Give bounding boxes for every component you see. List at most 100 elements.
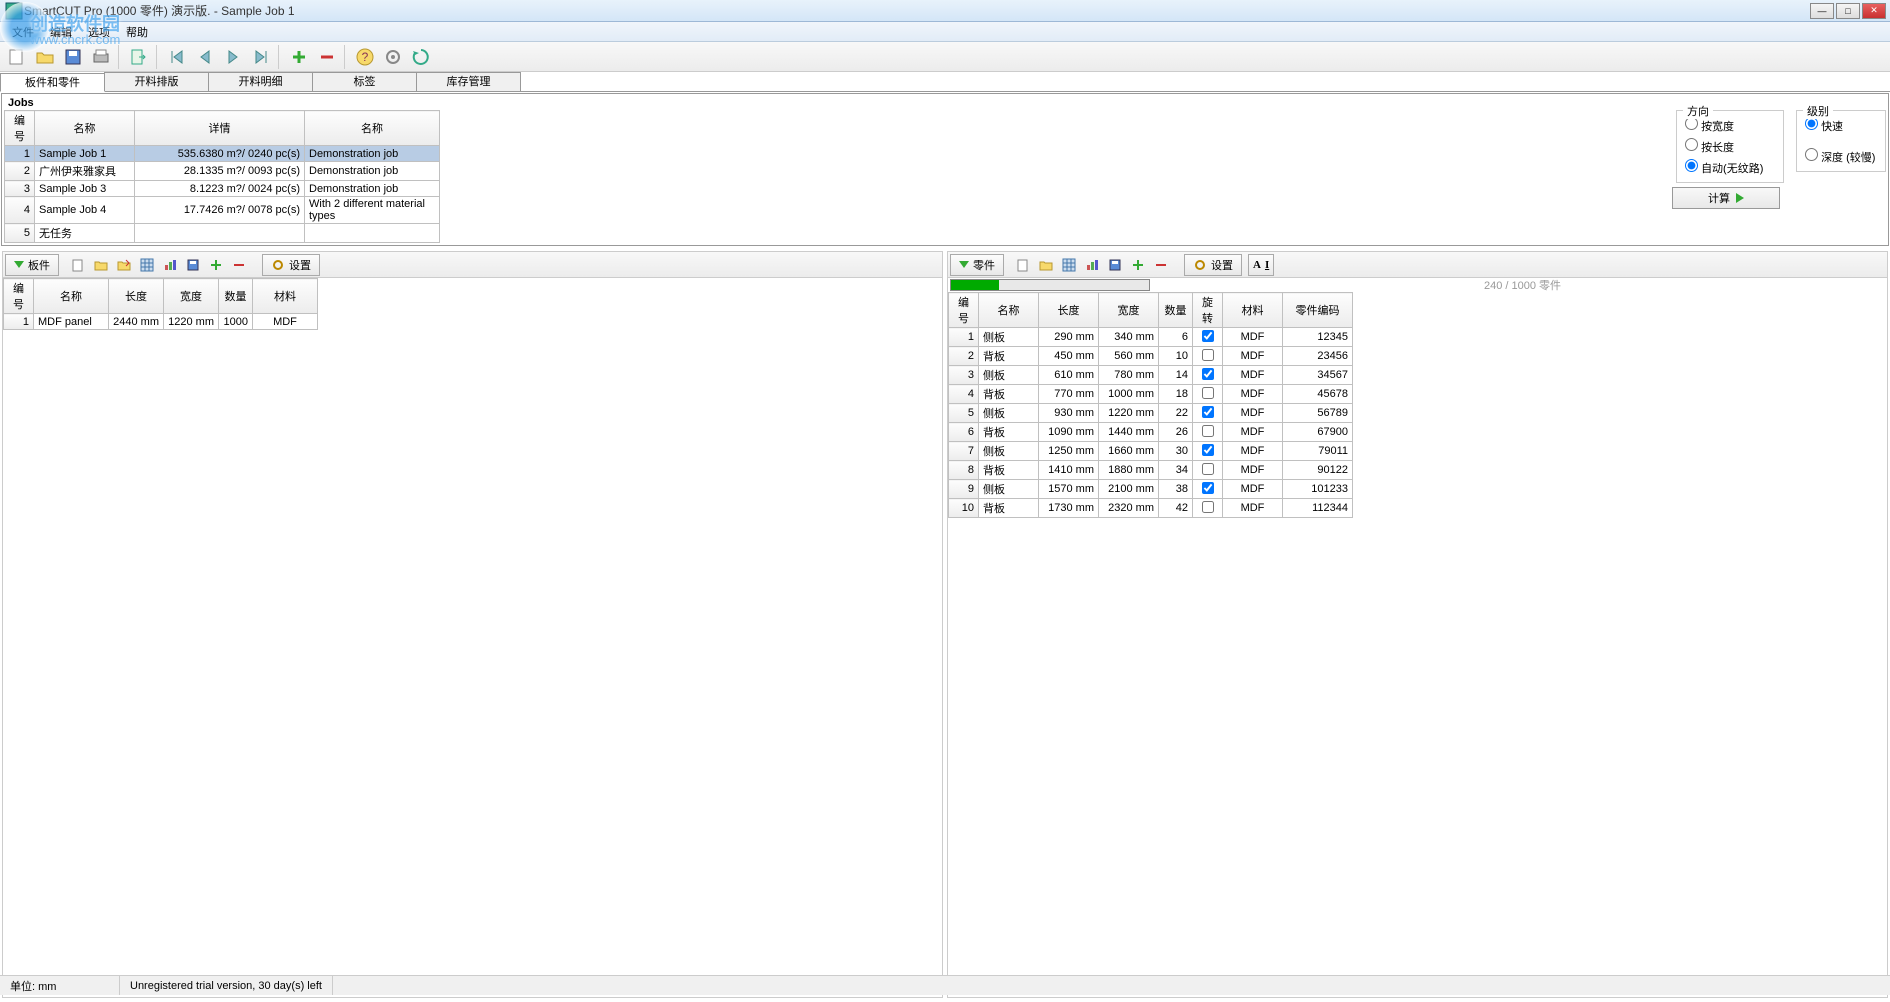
toolbar-remove-icon[interactable] [314, 44, 340, 70]
radio-length[interactable]: 按长度 [1685, 136, 1775, 157]
toolbar-help-icon[interactable]: ? [352, 44, 378, 70]
table-row[interactable]: 2广州伊来雅家具28.1335 m?/ 0093 pc(s)Demonstrat… [5, 162, 440, 181]
minimize-button[interactable]: — [1810, 3, 1834, 19]
right-open-icon[interactable] [1035, 254, 1057, 276]
table-row[interactable]: 1Sample Job 1535.6380 m?/ 0240 pc(s)Demo… [5, 146, 440, 162]
arrow-right-icon [1736, 193, 1744, 203]
tab-panels-parts[interactable]: 板件和零件 [0, 73, 105, 92]
direction-group: 方向 按宽度 按长度 自动(无纹路) [1676, 110, 1784, 183]
window-title: SmartCUT Pro (1000 零件) 演示版. - Sample Job… [24, 2, 1810, 19]
toolbar-next-icon[interactable] [220, 44, 246, 70]
right-grid-icon[interactable] [1058, 254, 1080, 276]
calculate-button[interactable]: 计算 [1672, 187, 1780, 209]
level-group: 级别 快速 深度 (较慢) [1796, 110, 1886, 172]
left-settings-button[interactable]: 设置 [262, 254, 320, 276]
table-row[interactable]: 8背板1410 mm1880 mm34MDF90122 [949, 461, 1353, 480]
table-row[interactable]: 3侧板610 mm780 mm14MDF34567 [949, 366, 1353, 385]
table-row[interactable]: 6背板1090 mm1440 mm26MDF67900 [949, 423, 1353, 442]
tab-nesting[interactable]: 开料排版 [104, 72, 209, 91]
rotate-checkbox[interactable] [1202, 349, 1214, 361]
right-new-icon[interactable] [1012, 254, 1034, 276]
arrow-down-icon [959, 261, 969, 268]
status-trial: Unregistered trial version, 30 day(s) le… [120, 976, 333, 995]
window-titlebar: SmartCUT Pro (1000 零件) 演示版. - Sample Job… [0, 0, 1890, 22]
table-row[interactable]: 10背板1730 mm2320 mm42MDF112344 [949, 499, 1353, 518]
left-import-icon[interactable] [113, 254, 135, 276]
left-chart-icon[interactable] [159, 254, 181, 276]
rotate-checkbox[interactable] [1202, 463, 1214, 475]
jobs-table[interactable]: 编号 名称 详情 名称 1Sample Job 1535.6380 m?/ 02… [4, 110, 440, 243]
right-chart-icon[interactable] [1081, 254, 1103, 276]
menu-file[interactable]: 文件 [4, 22, 42, 42]
right-font-button[interactable]: AI [1248, 254, 1274, 276]
left-add-icon[interactable] [205, 254, 227, 276]
left-grid-icon[interactable] [136, 254, 158, 276]
table-row[interactable]: 1侧板290 mm340 mm6MDF12345 [949, 328, 1353, 347]
menu-bar: 文件 编辑 选项 帮助 [0, 22, 1890, 42]
menu-options[interactable]: 选项 [80, 22, 118, 42]
parts-table[interactable]: 编号 名称 长度 宽度 数量 旋转 材料 零件编码 1侧板290 mm340 m… [948, 292, 1353, 518]
toolbar-save-icon[interactable] [60, 44, 86, 70]
parts-expand-button[interactable]: 零件 [950, 254, 1004, 276]
col-name: 名称 [35, 111, 135, 146]
left-save-icon[interactable] [182, 254, 204, 276]
parts-progress-label: 240 / 1000 零件 [1484, 280, 1561, 292]
right-save-icon[interactable] [1104, 254, 1126, 276]
toolbar-export-icon[interactable] [126, 44, 152, 70]
toolbar-refresh-icon[interactable] [408, 44, 434, 70]
toolbar-first-icon[interactable] [164, 44, 190, 70]
app-icon [4, 1, 24, 21]
table-row[interactable]: 1MDF panel2440 mm1220 mm1000MDF [4, 314, 318, 330]
toolbar-settings-icon[interactable] [380, 44, 406, 70]
menu-help[interactable]: 帮助 [118, 22, 156, 42]
jobs-header: Jobs [4, 96, 1886, 110]
toolbar-print-icon[interactable] [88, 44, 114, 70]
right-settings-button[interactable]: 设置 [1184, 254, 1242, 276]
maximize-button[interactable]: □ [1836, 3, 1860, 19]
gear-icon [271, 258, 285, 272]
radio-auto[interactable]: 自动(无纹路) [1685, 157, 1775, 178]
toolbar-add-icon[interactable] [286, 44, 312, 70]
toolbar-open-icon[interactable] [32, 44, 58, 70]
tab-labels[interactable]: 标签 [312, 72, 417, 91]
tab-bar: 板件和零件 开料排版 开料明细 标签 库存管理 [0, 72, 1890, 92]
rotate-checkbox[interactable] [1202, 387, 1214, 399]
rotate-checkbox[interactable] [1202, 330, 1214, 342]
left-open-icon[interactable] [90, 254, 112, 276]
rotate-checkbox[interactable] [1202, 368, 1214, 380]
toolbar-prev-icon[interactable] [192, 44, 218, 70]
panels-table[interactable]: 编号 名称 长度 宽度 数量 材料 1MDF panel2440 mm1220 … [3, 278, 318, 330]
svg-text:?: ? [362, 50, 369, 64]
arrow-down-icon [14, 261, 24, 268]
col-id: 编号 [5, 111, 35, 146]
table-row[interactable]: 4Sample Job 417.7426 m?/ 0078 pc(s)With … [5, 197, 440, 224]
radio-deep[interactable]: 深度 (较慢) [1805, 146, 1877, 167]
panels-expand-button[interactable]: 板件 [5, 254, 59, 276]
rotate-checkbox[interactable] [1202, 406, 1214, 418]
toolbar-new-icon[interactable] [4, 44, 30, 70]
col-desc: 名称 [305, 111, 440, 146]
status-unit: 单位: mm [0, 976, 120, 995]
left-remove-icon[interactable] [228, 254, 250, 276]
table-row[interactable]: 3Sample Job 38.1223 m?/ 0024 pc(s)Demons… [5, 181, 440, 197]
table-row[interactable]: 9侧板1570 mm2100 mm38MDF101233 [949, 480, 1353, 499]
close-button[interactable]: ✕ [1862, 3, 1886, 19]
tab-stock[interactable]: 库存管理 [416, 72, 521, 91]
right-remove-icon[interactable] [1150, 254, 1172, 276]
menu-edit[interactable]: 编辑 [42, 22, 80, 42]
toolbar-last-icon[interactable] [248, 44, 274, 70]
table-row[interactable]: 2背板450 mm560 mm10MDF23456 [949, 347, 1353, 366]
gear-icon [1193, 258, 1207, 272]
rotate-checkbox[interactable] [1202, 501, 1214, 513]
table-row[interactable]: 5侧板930 mm1220 mm22MDF56789 [949, 404, 1353, 423]
rotate-checkbox[interactable] [1202, 444, 1214, 456]
rotate-checkbox[interactable] [1202, 425, 1214, 437]
right-add-icon[interactable] [1127, 254, 1149, 276]
rotate-checkbox[interactable] [1202, 482, 1214, 494]
tab-detail[interactable]: 开料明细 [208, 72, 313, 91]
col-detail: 详情 [135, 111, 305, 146]
table-row[interactable]: 4背板770 mm1000 mm18MDF45678 [949, 385, 1353, 404]
table-row[interactable]: 5无任务 [5, 224, 440, 243]
table-row[interactable]: 7侧板1250 mm1660 mm30MDF79011 [949, 442, 1353, 461]
left-new-icon[interactable] [67, 254, 89, 276]
